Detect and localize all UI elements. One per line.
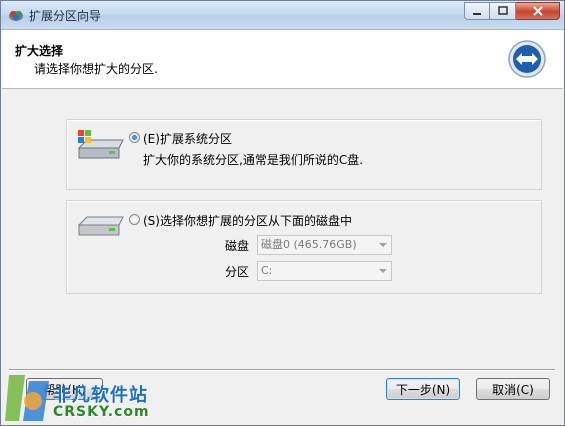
maximize-button[interactable] [490, 2, 516, 20]
resize-partition-icon [508, 40, 546, 78]
drive-icon [77, 216, 124, 236]
minimize-button[interactable] [464, 2, 490, 20]
system-drive-icon [77, 130, 124, 159]
cancel-button[interactable]: 取消(C) [476, 378, 550, 400]
option-system-description: 扩大你的系统分区,通常是我们所说的C盘. [143, 153, 364, 167]
wizard-header: 扩大选择 请选择你想扩大的分区. [2, 30, 563, 89]
minimize-icon [473, 13, 481, 15]
wizard-window: 扩展分区向导 扩大选择 请选择你想扩大的分区. (E)扩展系统分区 扩大你的系统… [0, 0, 565, 426]
app-icon [9, 11, 23, 21]
chevron-down-icon [379, 243, 387, 247]
option-custom-label[interactable]: (S)选择你想扩展的分区从下面的磁盘中 [143, 212, 352, 229]
watermark-text-en: CRSKY.com [53, 404, 150, 420]
site-watermark: 非凡软件站 CRSKY.com [1, 367, 161, 427]
option-custom-radio[interactable] [129, 214, 140, 225]
watermark-logo-icon [5, 375, 49, 421]
option-system-label[interactable]: (E)扩展系统分区 [143, 130, 232, 147]
partition-select[interactable]: C: [257, 261, 392, 281]
window-title: 扩展分区向导 [29, 9, 102, 23]
close-button[interactable] [516, 2, 560, 20]
disk-label: 磁盘 [225, 239, 250, 253]
option-custom-panel: (S)选择你想扩展的分区从下面的磁盘中 磁盘 磁盘0 (465.76GB) 分区… [66, 200, 542, 294]
header-subtitle: 请选择你想扩大的分区. [34, 62, 158, 76]
wizard-body: (E)扩展系统分区 扩大你的系统分区,通常是我们所说的C盘. (S)选择你想扩展… [2, 89, 563, 369]
window-controls [464, 2, 560, 21]
disk-select[interactable]: 磁盘0 (465.76GB) [257, 235, 392, 255]
title-bar[interactable]: 扩展分区向导 [1, 1, 564, 30]
next-button[interactable]: 下一步(N) [386, 378, 460, 400]
header-title: 扩大选择 [15, 44, 64, 58]
chevron-down-icon [379, 269, 387, 273]
option-system-radio[interactable] [129, 132, 140, 143]
disk-select-value: 磁盘0 (465.76GB) [261, 238, 357, 251]
partition-select-value: C: [261, 264, 273, 277]
option-system-panel: (E)扩展系统分区 扩大你的系统分区,通常是我们所说的C盘. [66, 119, 542, 190]
close-icon [532, 6, 543, 16]
partition-label: 分区 [225, 265, 250, 279]
maximize-icon [497, 6, 508, 15]
